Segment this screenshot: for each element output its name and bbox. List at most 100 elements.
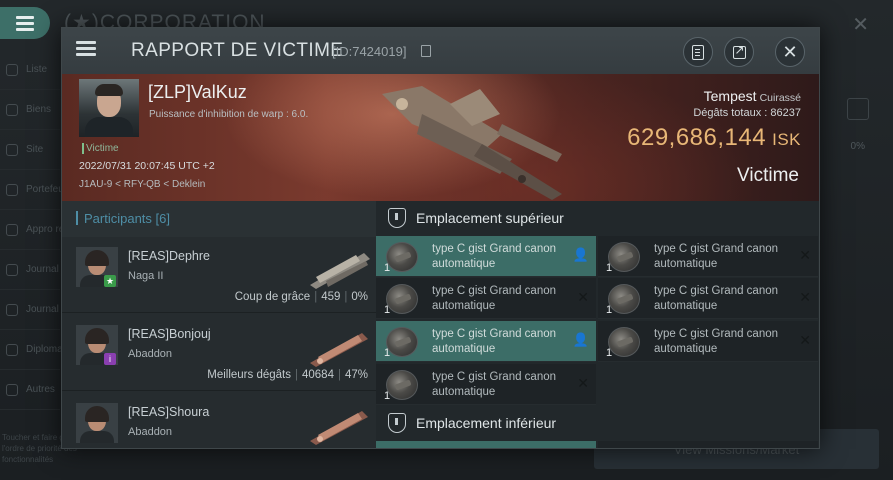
autocannon-icon [386,242,418,272]
shield-icon [388,208,406,228]
autocannon-icon [386,284,418,314]
info-icon: i [104,353,116,365]
module-slot[interactable] [376,441,596,448]
participant-name: [REAS]Bonjouj [128,327,211,341]
sidebar-item[interactable]: Appro ressources [0,210,104,250]
diplomacy-icon [6,343,18,356]
background-percent: 0% [850,141,865,152]
kill-location[interactable]: J1AU-9 < RFY-QB < Deklein [79,179,205,190]
module-name: type C gist Grand canon automatique [432,328,557,355]
wallet-icon [6,183,18,196]
clipboard-icon [692,44,704,60]
clipboard-button[interactable] [683,37,713,67]
participant-row[interactable]: i [REAS]Bonjouj Abaddon Meilleurs dégâts… [62,315,376,391]
participant-ship: Naga II [128,270,164,282]
kill-datetime: 2022/07/31 20:07:45 UTC +2 [79,160,215,172]
module-quantity: 1 [384,347,391,359]
autocannon-icon [608,242,640,272]
participant-ship-image [310,411,368,445]
module-slot[interactable]: 1 type C gist Grand canon automatique ✕ [598,236,818,277]
other-icon [6,383,18,396]
module-quantity: 1 [384,390,391,402]
module-quantity: 1 [606,304,613,316]
victim-hero: Victime [ZLP]ValKuz Puissance d'inhibiti… [62,74,819,201]
module-slot[interactable]: 1 type C gist Grand canon automatique ✕ [598,278,818,319]
victim-name[interactable]: [ZLP]ValKuz [148,82,247,103]
background-close-icon[interactable]: ✕ [852,12,869,37]
module-quantity: 1 [606,262,613,274]
destroyed-x-icon: ✕ [799,247,811,263]
site-icon [6,143,18,156]
external-link-icon [732,43,746,59]
fitting-panel: Emplacement supérieur 1 type C gist Gran… [376,201,819,448]
module-quantity: 1 [384,262,391,274]
module-name: type C gist Grand canon automatique [432,285,557,312]
ship-class: Cuirassé [759,92,801,104]
hamburger-icon [76,41,96,56]
victim-status: Victime [737,165,799,186]
participant-ship-image [310,253,370,289]
assets-icon [6,103,18,116]
victim-ship[interactable]: Tempest Cuirassé [704,88,801,104]
sidebar-item[interactable]: Autres [0,370,60,410]
sidebar-item[interactable]: Journal [0,250,60,290]
participant-stats: Coup de grâce | 459 | 0% [234,291,368,303]
module-quantity: 1 [606,347,613,359]
autocannon-icon [386,370,418,400]
star-icon: ★ [104,275,116,287]
victim-tag: Victime [82,143,119,154]
module-name: type C gist Grand canon automatique [432,371,557,398]
supply-icon [6,223,18,236]
sidebar-item[interactable]: Liste [0,50,60,90]
journal-icon [6,263,18,276]
destroyed-x-icon: ✕ [577,289,589,305]
module-slot[interactable]: 1 type C gist Grand canon automatique ✕ [376,278,596,319]
participant-name: [REAS]Shoura [128,405,210,419]
module-slot[interactable]: 1 type C gist Grand canon automatique 👤 [376,321,596,362]
module-name: type C gist Grand canon automatique [654,328,779,355]
person-icon: 👤 [572,247,589,262]
sidebar-item[interactable]: Site [0,130,60,170]
total-damage: Dégâts totaux : 86237 [693,107,801,119]
participant-row[interactable]: ★ [REAS]Dephre Naga II Coup de grâce | 459… [62,237,376,313]
sidebar-item[interactable]: Journal corpo [0,290,87,330]
background-menu-button[interactable] [0,7,50,39]
module-name: type C gist Grand canon automatique [654,243,779,270]
low-slot-header: Emplacement inférieur [376,406,819,440]
autocannon-icon [386,327,418,357]
background-sidebar: Liste Biens Site Portefeuille corpo Appr… [0,50,104,410]
participant-row[interactable]: [REAS]Shoura Abaddon [62,393,376,448]
participant-ship: Abaddon [128,426,173,438]
participants-panel: Participants [6] ★ [REAS]Dephre Naga II … [62,201,376,448]
list-icon [6,63,18,76]
module-slot[interactable]: 1 type C gist Grand canon automatique 👤 [376,236,596,277]
victim-ship-image [382,86,562,200]
autocannon-icon [608,327,640,357]
participants-header[interactable]: Participants [6] [62,201,376,237]
participant-ship: Abaddon [128,348,173,360]
module-slot[interactable]: 1 type C gist Grand canon automatique ✕ [598,321,818,362]
avatar[interactable] [76,403,118,443]
kill-report-modal: RAPPORT DE VICTIME [ID:7424019] ✕ Victim… [61,27,820,449]
participant-ship-image [310,333,368,367]
module-slot[interactable]: 1 type C gist Grand canon automatique ✕ [376,364,596,405]
modal-menu-button[interactable] [76,41,96,56]
copy-icon[interactable] [421,45,431,57]
victim-portrait[interactable] [79,79,139,137]
sidebar-item[interactable]: Diplomatie [0,330,73,370]
modal-header: RAPPORT DE VICTIME [ID:7424019] ✕ [62,28,819,74]
sidebar-item[interactable]: Portefeuille corpo [0,170,104,210]
hamburger-icon [16,16,34,31]
modal-title: RAPPORT DE VICTIME [131,40,344,61]
destroyed-x-icon: ✕ [799,289,811,305]
participant-name: [REAS]Dephre [128,249,210,263]
destroyed-x-icon: ✕ [577,375,589,391]
share-button[interactable] [724,37,754,67]
close-button[interactable]: ✕ [775,37,805,67]
shield-icon [388,413,406,433]
module-slot[interactable] [598,441,818,448]
background-edit-icon[interactable] [847,98,869,120]
isk-value: 629,686,144 ISK [627,124,801,151]
autocannon-icon [608,284,640,314]
sidebar-item[interactable]: Biens [0,90,60,130]
